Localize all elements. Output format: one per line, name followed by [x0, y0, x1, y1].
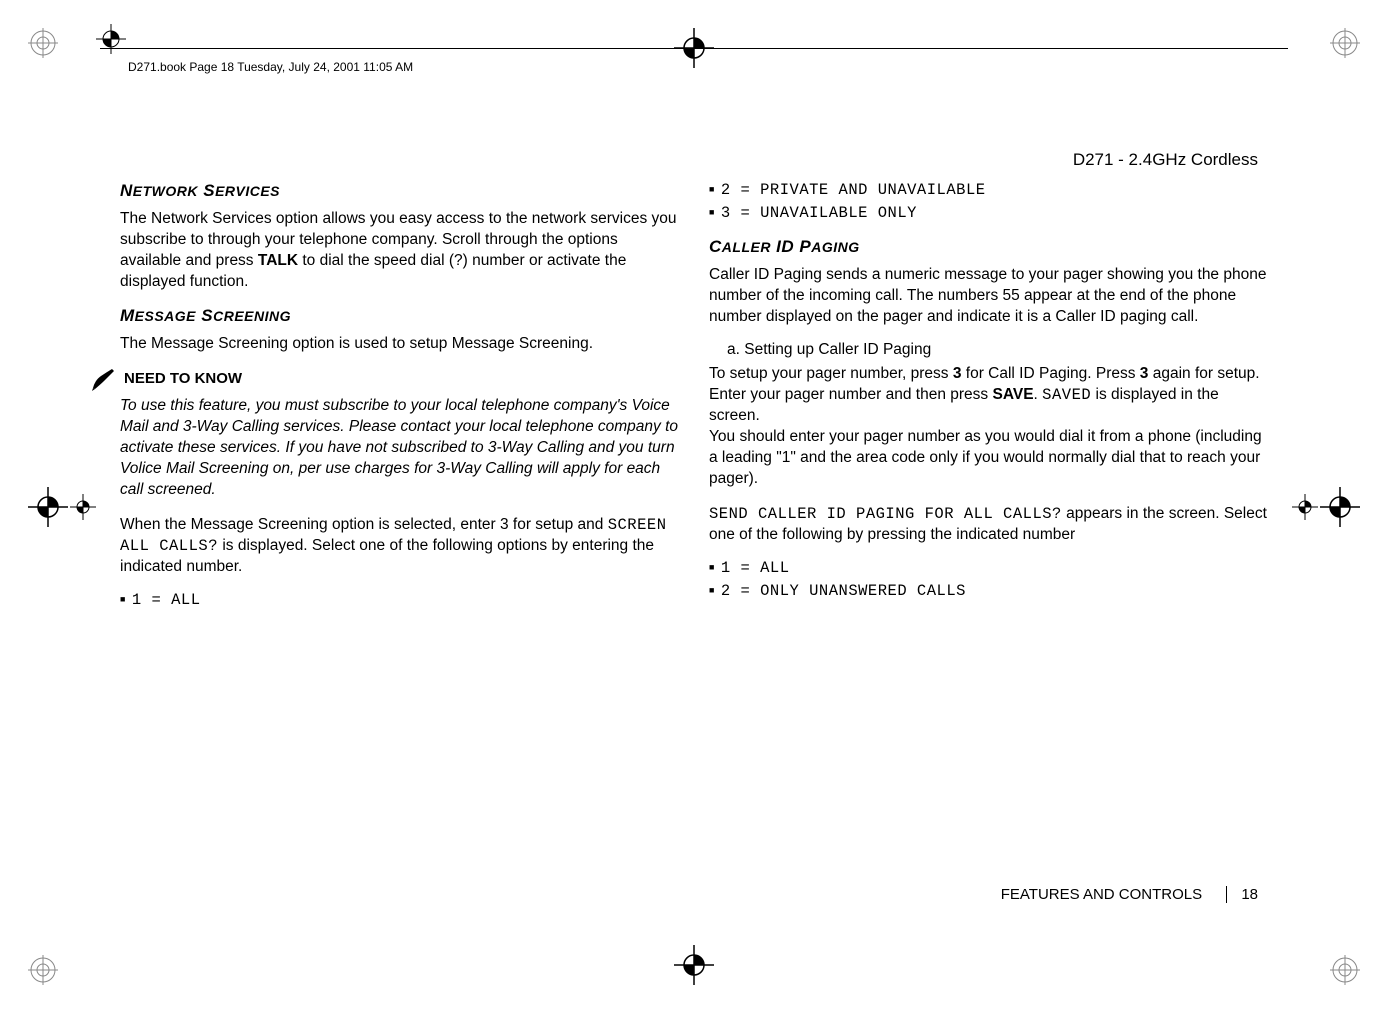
footer-page-number: 18	[1226, 886, 1258, 903]
list-item-2-unanswered: 2 = ONLY UNANSWERED CALLS	[721, 581, 1268, 602]
pager-dial-note: You should enter your pager number as yo…	[709, 427, 1268, 490]
network-services-body: The Network Services option allows you e…	[120, 209, 679, 293]
content-columns: NETWORK SERVICES The Network Services op…	[120, 180, 1268, 613]
need-to-know-label: NEED TO KNOW	[124, 369, 242, 389]
page-footer: FEATURES AND CONTROLS 18	[1001, 886, 1258, 903]
footer-section: FEATURES AND CONTROLS	[1001, 886, 1202, 903]
registration-mark-icon	[1330, 955, 1360, 985]
list-item-1-all: 1 = ALL	[132, 590, 679, 611]
registration-mark-icon	[28, 955, 58, 985]
right-column: 2 = PRIVATE AND UNAVAILABLE 3 = UNAVAILA…	[709, 180, 1268, 613]
screen-all-calls-text: When the Message Screening option is sel…	[120, 515, 679, 578]
crosshair-icon	[1320, 487, 1360, 527]
setup-caller-id-sublabel: a. Setting up Caller ID Paging	[727, 340, 1268, 361]
page-container: D271.book Page 18 Tuesday, July 24, 2001…	[120, 50, 1268, 963]
left-column: NETWORK SERVICES The Network Services op…	[120, 180, 679, 613]
small-crosshair-icon	[1292, 494, 1318, 520]
product-title: D271 - 2.4GHz Cordless	[1073, 150, 1258, 170]
crop-line	[100, 48, 1288, 49]
registration-mark-icon	[1330, 28, 1360, 58]
caller-id-paging-body: Caller ID Paging sends a numeric message…	[709, 265, 1268, 328]
network-services-heading: NETWORK SERVICES	[120, 180, 679, 203]
registration-mark-icon	[28, 28, 58, 58]
list-item-2-private: 2 = PRIVATE AND UNAVAILABLE	[721, 180, 1268, 201]
pencil-icon	[90, 366, 116, 392]
need-to-know-header: NEED TO KNOW	[90, 366, 679, 392]
send-caller-id-text: SEND CALLER ID PAGING FOR ALL CALLS? app…	[709, 504, 1268, 546]
need-to-know-text: To use this feature, you must subscribe …	[120, 396, 679, 501]
message-screening-heading: MESSAGE SCREENING	[120, 305, 679, 328]
list-item-3-unavailable: 3 = UNAVAILABLE ONLY	[721, 203, 1268, 224]
setup-pager-text: To setup your pager number, press 3 for …	[709, 364, 1268, 427]
crosshair-icon	[28, 487, 68, 527]
list-item-1-all-b: 1 = ALL	[721, 558, 1268, 579]
file-info-header: D271.book Page 18 Tuesday, July 24, 2001…	[128, 60, 413, 74]
caller-id-paging-heading: CALLER ID PAGING	[709, 236, 1268, 259]
small-crosshair-icon	[70, 494, 96, 520]
message-screening-body: The Message Screening option is used to …	[120, 334, 679, 355]
